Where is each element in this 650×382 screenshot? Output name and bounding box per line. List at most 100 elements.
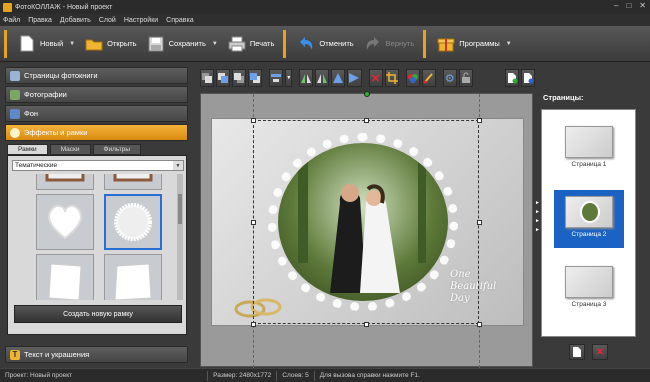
page-thumbnail[interactable]: Страница 1: [554, 120, 624, 178]
section-label: Страницы фотокниги: [24, 71, 98, 80]
close-icon[interactable]: ✕: [639, 1, 646, 10]
gear-icon[interactable]: ⚙: [442, 69, 457, 87]
page-settings-icon[interactable]: [520, 69, 536, 87]
section-text-decorations[interactable]: T Текст и украшения: [5, 346, 188, 363]
resize-handle[interactable]: [251, 220, 256, 225]
frame-thumbnail[interactable]: [104, 254, 162, 300]
save-button[interactable]: Сохранить ▼: [142, 30, 223, 58]
canvas-area[interactable]: One Beautiful Day: [200, 91, 533, 368]
page-preview: [565, 126, 613, 158]
delete-page-icon[interactable]: ✕: [592, 344, 608, 360]
page-label: Страница 3: [571, 301, 607, 308]
section-text-decorations-wrap: T Текст и украшения: [5, 346, 188, 365]
menu-file[interactable]: Файл: [3, 17, 20, 24]
undo-button[interactable]: Отменить: [292, 30, 358, 58]
page-label: Страница 1: [571, 161, 607, 168]
frames-panel: Тематические ▼ Создать новую рамку: [7, 155, 187, 335]
bring-to-front-icon[interactable]: [216, 69, 231, 87]
frame-grid: [14, 174, 176, 300]
minimize-icon[interactable]: –: [614, 1, 618, 10]
page-label: Страница 2: [571, 231, 607, 238]
resize-handle[interactable]: [364, 322, 369, 327]
section-photos[interactable]: Фотографии: [5, 86, 188, 103]
frame-thumbnail[interactable]: [104, 174, 162, 190]
category-select[interactable]: Тематические ▼: [12, 160, 184, 171]
print-button[interactable]: Печать: [223, 30, 280, 58]
edit-toolbar: ▼ ✕ ⚙: [200, 67, 536, 89]
frames-scrollbar[interactable]: [177, 174, 183, 300]
photo-icon: [10, 89, 20, 100]
open-button[interactable]: Открыть: [80, 30, 141, 58]
page-preview: [565, 266, 613, 298]
page-thumbnail-selected[interactable]: Страница 2: [554, 190, 624, 248]
send-backward-icon[interactable]: [232, 69, 247, 87]
frame-thumbnail[interactable]: [36, 254, 94, 300]
tab-frames[interactable]: Рамки: [7, 144, 48, 155]
left-panel: Страницы фотокниги Фотографии Фон Эффект…: [5, 67, 188, 365]
rotation-handle[interactable]: [364, 91, 370, 97]
scrollbar-thumb[interactable]: [178, 194, 182, 224]
undo-label: Отменить: [319, 39, 354, 48]
resize-handle[interactable]: [251, 322, 256, 327]
section-background[interactable]: Фон: [5, 105, 188, 122]
status-project: Проект: Новый проект: [5, 372, 73, 379]
main-toolbar: Новый ▼ Открыть Сохранить ▼ Печать Отмен…: [0, 26, 650, 62]
new-document-icon: [18, 35, 36, 53]
align-icon[interactable]: [269, 69, 284, 87]
rotate-icon[interactable]: [347, 69, 362, 87]
chevron-down-icon[interactable]: ▼: [506, 41, 512, 47]
print-label: Печать: [249, 39, 275, 48]
menu-help[interactable]: Справка: [166, 17, 193, 24]
resize-handle[interactable]: [364, 118, 369, 123]
add-page-icon[interactable]: [504, 69, 519, 87]
redo-button[interactable]: Вернуть: [359, 30, 420, 58]
new-label: Новый: [40, 39, 64, 48]
selection-box[interactable]: [253, 120, 479, 324]
bring-forward-icon[interactable]: [200, 69, 215, 87]
resize-handle[interactable]: [251, 118, 256, 123]
create-frame-button[interactable]: Создать новую рамку: [14, 305, 182, 323]
menu-add[interactable]: Добавить: [60, 17, 91, 24]
frame-thumbnail[interactable]: [36, 174, 94, 190]
duplicate-page-icon[interactable]: [569, 344, 585, 360]
menu-settings[interactable]: Настройки: [124, 17, 158, 24]
send-to-back-icon[interactable]: [248, 69, 263, 87]
flip-vertical-icon[interactable]: [315, 69, 330, 87]
section-label: Фон: [24, 109, 39, 118]
frame-thumbnail[interactable]: [36, 194, 94, 250]
category-value: Тематические: [15, 162, 58, 169]
chevron-down-icon[interactable]: ▼: [285, 69, 293, 87]
flip-horizontal-icon[interactable]: [299, 69, 314, 87]
frame-thumbnail-selected[interactable]: [104, 194, 162, 250]
chevron-down-icon[interactable]: ▼: [212, 41, 218, 47]
new-button[interactable]: Новый ▼: [13, 30, 80, 58]
resize-handle[interactable]: [477, 322, 482, 327]
text-icon: T: [10, 349, 20, 360]
chevron-down-icon[interactable]: ▼: [173, 161, 183, 170]
resize-handle[interactable]: [477, 220, 482, 225]
crop-icon[interactable]: [384, 69, 399, 87]
brush-icon[interactable]: [421, 69, 436, 87]
maximize-icon[interactable]: □: [626, 1, 631, 10]
frames-tabs: Рамки Маски Фильтры: [7, 144, 188, 155]
section-effects-frames[interactable]: Эффекты и рамки: [5, 124, 188, 141]
undo-icon: [297, 35, 315, 53]
toolbar-divider: [283, 29, 287, 58]
section-album-pages[interactable]: Страницы фотокниги: [5, 67, 188, 84]
page-thumbnail[interactable]: Страница 3: [554, 260, 624, 318]
tab-masks[interactable]: Маски: [49, 144, 91, 155]
menu-edit[interactable]: Правка: [28, 17, 52, 24]
redo-icon: [364, 35, 382, 53]
lock-icon[interactable]: [458, 69, 473, 87]
chevron-down-icon[interactable]: ▼: [69, 41, 75, 47]
delete-icon[interactable]: ✕: [368, 69, 383, 87]
color-fill-icon[interactable]: [405, 69, 420, 87]
menu-layer[interactable]: Слой: [99, 17, 116, 24]
tab-filters[interactable]: Фильтры: [92, 144, 142, 155]
status-bar: Проект: Новый проект Размер: 2480x1772 С…: [0, 368, 650, 382]
resize-handle[interactable]: [477, 118, 482, 123]
redo-label: Вернуть: [385, 39, 415, 48]
mirror-icon[interactable]: [331, 69, 346, 87]
programs-button[interactable]: Программы ▼: [432, 30, 516, 58]
section-label: Текст и украшения: [24, 350, 90, 359]
